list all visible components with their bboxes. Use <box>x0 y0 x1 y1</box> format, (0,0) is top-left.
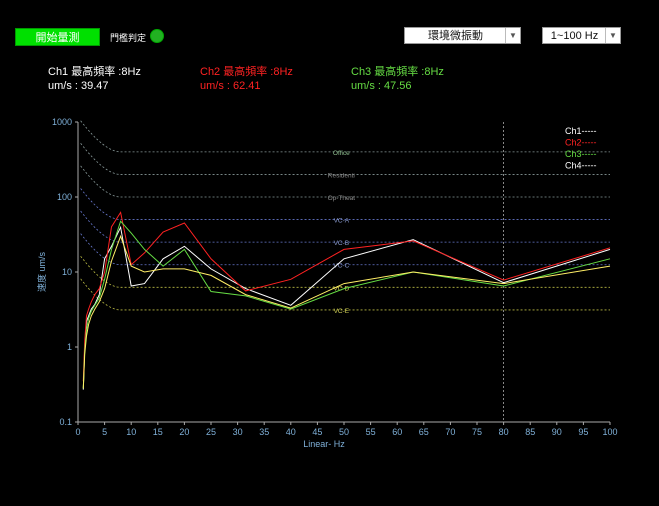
series-line-ch2 <box>82 211 611 382</box>
x-tick-label: 35 <box>259 427 269 437</box>
x-tick-label: 20 <box>179 427 189 437</box>
criteria-line <box>80 143 610 175</box>
x-tick-label: 95 <box>578 427 588 437</box>
y-tick-label: 1000 <box>52 117 72 127</box>
x-tick-label: 60 <box>392 427 402 437</box>
criteria-label: VC-B <box>334 240 350 247</box>
vibration-spectrum-chart: OfficeResidentiOp-TheatVC-AVC-BVC-CVC-DV… <box>36 117 618 449</box>
x-tick-label: 25 <box>206 427 216 437</box>
legend-entry: Ch1----- <box>565 126 597 136</box>
x-tick-label: 10 <box>126 427 136 437</box>
criteria-line <box>80 210 610 243</box>
criteria-label: Op-Theat <box>328 195 356 202</box>
legend-entry: Ch3----- <box>565 149 597 159</box>
x-tick-label: 70 <box>445 427 455 437</box>
x-tick-label: 75 <box>472 427 482 437</box>
x-tick-label: 55 <box>366 427 376 437</box>
criteria-line <box>80 165 610 198</box>
legend-entry: Ch4----- <box>565 161 597 171</box>
x-tick-label: 90 <box>552 427 562 437</box>
x-tick-label: 100 <box>602 427 617 437</box>
criteria-label: Residenti <box>328 172 355 179</box>
criteria-line <box>80 188 610 220</box>
x-tick-label: 30 <box>233 427 243 437</box>
y-tick-label: 0.1 <box>59 417 72 427</box>
x-tick-label: 80 <box>499 427 509 437</box>
criteria-label: VC-E <box>334 308 350 315</box>
x-tick-label: 40 <box>286 427 296 437</box>
x-tick-label: 45 <box>312 427 322 437</box>
x-tick-label: 85 <box>525 427 535 437</box>
criteria-label: Office <box>333 150 350 157</box>
criteria-line <box>80 120 610 153</box>
legend-entry: Ch2----- <box>565 138 597 148</box>
x-tick-label: 50 <box>339 427 349 437</box>
y-tick-label: 10 <box>62 267 72 277</box>
x-tick-label: 15 <box>153 427 163 437</box>
x-tick-label: 65 <box>419 427 429 437</box>
y-tick-label: 1 <box>67 342 72 352</box>
criteria-label: VC-A <box>334 218 350 225</box>
x-tick-label: 0 <box>75 427 80 437</box>
x-tick-label: 5 <box>102 427 107 437</box>
x-axis-label: Linear- Hz <box>303 439 345 449</box>
y-axis-label: 速度 um/s <box>36 252 47 293</box>
y-tick-label: 100 <box>57 192 72 202</box>
